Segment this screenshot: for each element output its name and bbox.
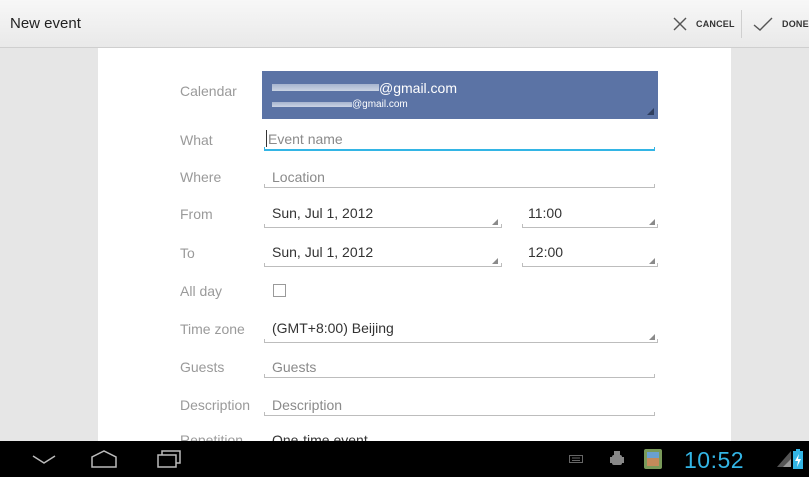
calendar-selector[interactable]: @gmail.com @gmail.com	[262, 71, 658, 119]
from-date-underline	[264, 224, 502, 228]
from-time-underline	[522, 224, 658, 228]
cancel-label: CANCEL	[696, 19, 735, 29]
redacted-email	[272, 102, 352, 107]
repetition-value[interactable]: One-time event	[272, 432, 368, 441]
signal-icon	[777, 451, 791, 467]
back-icon[interactable]	[31, 453, 57, 465]
done-button[interactable]: DONE	[752, 0, 809, 48]
text-cursor	[266, 130, 267, 147]
all-day-checkbox[interactable]	[273, 284, 286, 297]
to-time-underline	[522, 263, 658, 267]
from-date: Sun, Jul 1, 2012	[272, 205, 374, 221]
spinner-indicator-icon	[649, 334, 655, 340]
guests-underline	[264, 374, 655, 378]
from-time: 11:00	[528, 205, 562, 221]
keyboard-icon	[569, 455, 583, 463]
to-time: 12:00	[528, 244, 564, 260]
calendar-label: Calendar	[180, 83, 237, 99]
done-label: DONE	[782, 19, 809, 29]
guests-label: Guests	[180, 359, 225, 375]
action-divider	[741, 10, 742, 38]
calendar-account-primary: @gmail.com	[379, 80, 458, 96]
description-label: Description	[180, 397, 251, 413]
spinner-indicator-icon	[647, 108, 654, 115]
all-day-label: All day	[180, 283, 223, 299]
recent-apps-icon[interactable]	[154, 449, 184, 469]
event-name-placeholder: Event name	[268, 131, 343, 147]
gallery-notification-icon	[644, 449, 662, 469]
event-form: Calendar @gmail.com @gmail.com What Even…	[98, 48, 731, 441]
page-title: New event	[10, 15, 81, 32]
action-bar: New event CANCEL DONE	[0, 0, 809, 48]
to-date-underline	[264, 263, 502, 267]
repetition-label: Repetition	[180, 432, 244, 441]
redacted-email	[272, 84, 379, 91]
time-zone-underline	[264, 339, 658, 343]
checkmark-icon	[753, 17, 773, 31]
guests-placeholder: Guests	[272, 359, 317, 375]
usb-debugging-icon	[610, 451, 624, 465]
description-placeholder: Description	[272, 397, 343, 413]
from-label: From	[180, 206, 213, 222]
calendar-account-secondary: @gmail.com	[352, 99, 408, 110]
clock: 10:52	[684, 447, 745, 473]
description-underline	[264, 412, 655, 416]
spinner-indicator-icon	[649, 219, 655, 225]
time-zone-label: Time zone	[180, 321, 245, 337]
close-icon	[673, 17, 687, 31]
location-underline	[264, 184, 655, 188]
where-label: Where	[180, 169, 222, 185]
to-date: Sun, Jul 1, 2012	[272, 244, 374, 260]
system-nav-bar: 10:52	[0, 441, 809, 477]
location-placeholder: Location	[272, 169, 325, 185]
spinner-indicator-icon	[492, 219, 498, 225]
to-label: To	[180, 245, 195, 261]
event-name-underline	[264, 147, 655, 151]
time-zone-value: (GMT+8:00) Beijing	[272, 320, 394, 336]
what-label: What	[180, 132, 213, 148]
cancel-button[interactable]: CANCEL	[672, 0, 735, 48]
battery-charging-icon	[793, 449, 803, 469]
spinner-indicator-icon	[492, 258, 498, 264]
spinner-indicator-icon	[649, 258, 655, 264]
home-icon[interactable]	[89, 449, 119, 469]
content-area: Calendar @gmail.com @gmail.com What Even…	[0, 48, 809, 441]
